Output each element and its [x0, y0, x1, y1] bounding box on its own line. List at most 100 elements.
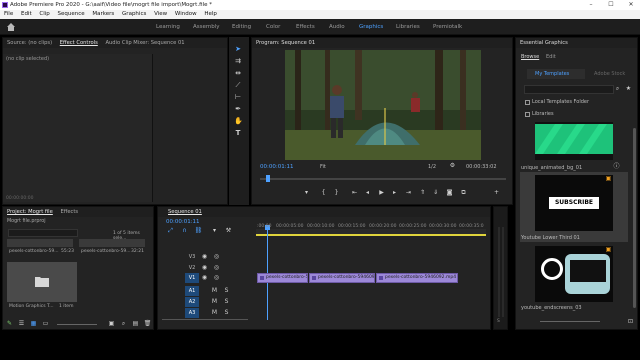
a2-solo-button[interactable]: S	[222, 298, 231, 306]
v3-toggle-output-icon[interactable]: ◉	[200, 253, 209, 261]
eg-thumbnail-size-slider[interactable]	[540, 321, 600, 322]
pencil-icon[interactable]: ✎	[5, 320, 14, 328]
track-a3-label[interactable]: A3	[185, 308, 199, 318]
snap-icon[interactable]: ∩	[180, 227, 189, 235]
extract-icon[interactable]: ⇓	[431, 189, 440, 197]
menu-edit[interactable]: Edit	[21, 10, 32, 19]
mark-in-icon[interactable]: {	[319, 189, 328, 197]
menu-sequence[interactable]: Sequence	[58, 10, 85, 19]
wrench-icon[interactable]: ⚙	[448, 162, 457, 170]
tab-project[interactable]: Project: Mogrt file	[7, 209, 53, 215]
menu-help[interactable]: Help	[204, 10, 217, 19]
menu-markers[interactable]: Markers	[92, 10, 114, 19]
menu-window[interactable]: Window	[175, 10, 197, 19]
workspace-premiotalk[interactable]: Premiotalk	[433, 19, 462, 35]
track-v2-label[interactable]: V2	[185, 263, 199, 273]
eg-search-input[interactable]	[524, 85, 614, 94]
a3-solo-button[interactable]: S	[222, 309, 231, 317]
bin-thumbnail[interactable]	[7, 262, 77, 302]
new-item-icon[interactable]: ▤	[131, 320, 140, 328]
workspace-assembly[interactable]: Assembly	[193, 19, 220, 35]
workspace-effects[interactable]: Effects	[296, 19, 315, 35]
v2-eye-icon[interactable]: ◎	[212, 264, 221, 272]
timeline-clip-2[interactable]: pexels-cottonbro-5946091.mp4	[309, 273, 375, 283]
workspace-learning[interactable]: Learning	[156, 19, 180, 35]
program-timecode[interactable]: 00:00:01:11	[260, 164, 294, 170]
track-a2-label[interactable]: A2	[185, 297, 199, 307]
find-icon[interactable]: ⌕	[119, 320, 128, 328]
step-forward-icon[interactable]: ▸	[390, 189, 399, 197]
lift-icon[interactable]: ⇑	[418, 189, 427, 197]
add-marker-icon[interactable]: ▾	[302, 189, 311, 197]
a1-solo-button[interactable]: S	[222, 287, 231, 295]
workspace-color[interactable]: Color	[266, 19, 280, 35]
ripple-edit-tool-icon[interactable]: ⇹	[234, 69, 242, 77]
resolution-dropdown[interactable]: 1/2	[428, 164, 436, 170]
linked-selection-icon[interactable]: ⛓	[194, 227, 203, 235]
tab-effect-controls[interactable]: Effect Controls	[60, 40, 98, 46]
thumb-1[interactable]	[7, 239, 73, 247]
a3-mute-button[interactable]: M	[210, 309, 219, 317]
project-item-2-name[interactable]: pexels-cottonbro-59...	[81, 249, 131, 254]
close-button[interactable]: ✕	[624, 0, 638, 10]
a1-mute-button[interactable]: M	[210, 287, 219, 295]
v1-eye-icon[interactable]: ◎	[212, 274, 221, 282]
meter-solo-label[interactable]: S	[497, 319, 500, 324]
timeline-clip-1[interactable]: pexels-cottonbro-5946...	[257, 273, 308, 283]
freeform-view-icon[interactable]: ▭	[41, 320, 50, 328]
timeline-settings-icon[interactable]: ⚒	[224, 227, 233, 235]
timeline-clip-3[interactable]: pexels-cottonbro-5946092.mp4	[376, 273, 458, 283]
v3-eye-icon[interactable]: ◎	[212, 253, 221, 261]
template-thumb-3[interactable]	[535, 246, 613, 302]
program-scrubber[interactable]	[260, 178, 506, 180]
tab-sequence-01[interactable]: Sequence 01	[168, 209, 202, 215]
play-icon[interactable]: ▶	[377, 189, 386, 197]
program-playhead[interactable]	[266, 175, 270, 182]
local-templates-checkbox[interactable]	[525, 100, 530, 105]
pen-tool-icon[interactable]: ✒	[234, 105, 242, 113]
new-bin-icon[interactable]: ▣	[107, 320, 116, 328]
slip-tool-icon[interactable]: ⊢	[234, 93, 242, 101]
comparison-view-icon[interactable]: ⧉	[459, 189, 468, 197]
timeline-zoom-scrollbar[interactable]	[162, 319, 248, 320]
libraries-checkbox[interactable]	[525, 112, 530, 117]
workspace-libraries[interactable]: Libraries	[396, 19, 420, 35]
v2-toggle-output-icon[interactable]: ◉	[200, 264, 209, 272]
work-area-bar[interactable]	[256, 234, 486, 236]
menu-file[interactable]: File	[4, 10, 13, 19]
selection-tool-icon[interactable]: ➤	[234, 45, 242, 53]
tab-audio-clip-mixer[interactable]: Audio Clip Mixer: Sequence 01	[105, 40, 184, 46]
menu-view[interactable]: View	[154, 10, 167, 19]
track-v1-label[interactable]: V1	[185, 273, 199, 283]
timeline-timecode[interactable]: 00:00:01:11	[166, 219, 200, 225]
project-item-3-name[interactable]: Motion Graphics T...	[9, 304, 54, 309]
project-search-input[interactable]	[8, 229, 78, 237]
icon-view-icon[interactable]: ▦	[29, 320, 38, 328]
menu-clip[interactable]: Clip	[39, 10, 49, 19]
eg-search-icon[interactable]: ⌕	[613, 85, 622, 93]
eg-new-template-icon[interactable]: ⊡	[626, 318, 635, 326]
hand-tool-icon[interactable]: ✋	[234, 117, 243, 125]
go-to-in-icon[interactable]: ⇤	[350, 189, 359, 197]
eg-scrollbar[interactable]	[633, 128, 636, 308]
home-icon[interactable]	[6, 22, 16, 32]
tab-effects[interactable]: Effects	[60, 209, 78, 215]
thumb-2[interactable]	[79, 239, 145, 247]
trash-icon[interactable]: 🗑	[143, 320, 152, 328]
mark-out-icon[interactable]: }	[332, 189, 341, 197]
type-tool-icon[interactable]: T	[234, 129, 242, 137]
add-marker-timeline-icon[interactable]: ▾	[210, 227, 219, 235]
export-frame-icon[interactable]: ◙	[445, 189, 454, 197]
project-item-1-name[interactable]: pexels-cottonbro-59...	[9, 249, 59, 254]
menu-graphics[interactable]: Graphics	[122, 10, 146, 19]
zoom-slider[interactable]	[57, 324, 97, 325]
template-thumb-2[interactable]: SUBSCRIBE	[535, 175, 613, 231]
a2-mute-button[interactable]: M	[210, 298, 219, 306]
template-thumb-1[interactable]	[535, 122, 613, 160]
nest-icon[interactable]: ⤢	[166, 227, 175, 235]
eg-favorite-icon[interactable]: ★	[624, 85, 633, 93]
tab-edit[interactable]: Edit	[546, 54, 556, 60]
workspace-audio[interactable]: Audio	[329, 19, 345, 35]
add-button-icon[interactable]: +	[492, 189, 501, 197]
maximize-button[interactable]: ☐	[604, 0, 618, 10]
